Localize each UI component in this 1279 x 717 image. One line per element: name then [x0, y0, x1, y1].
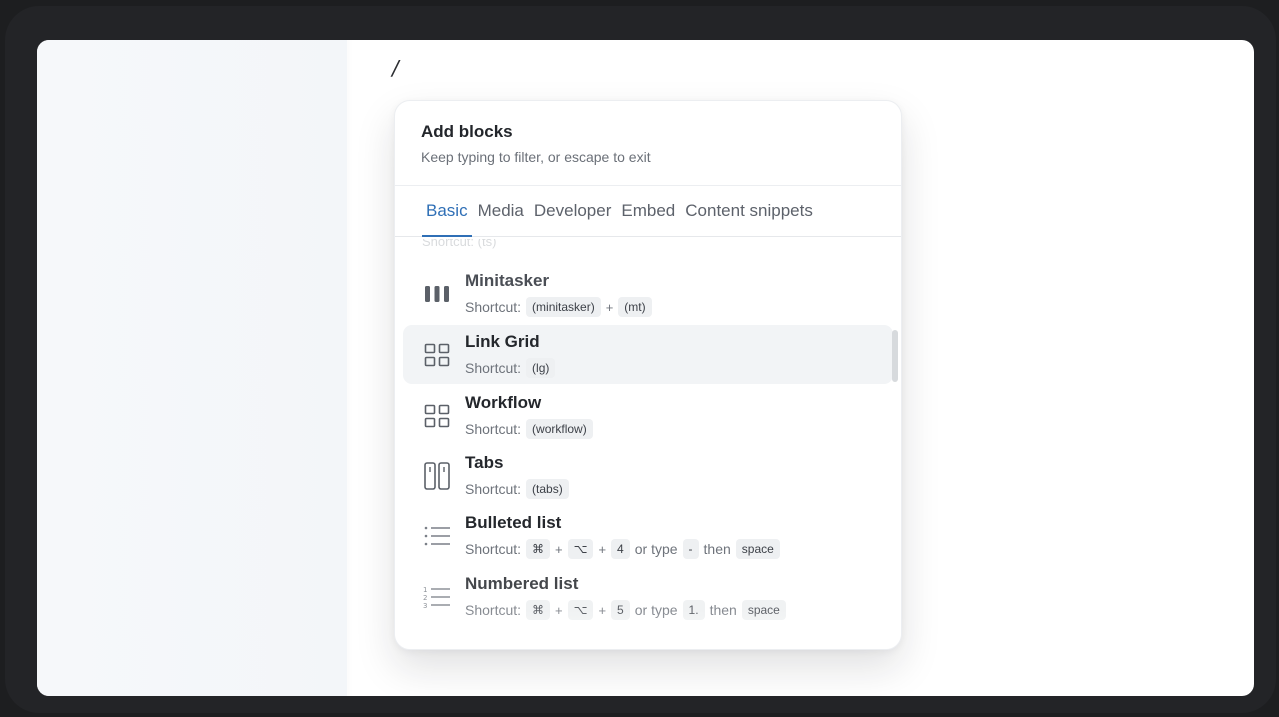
- shortcut-label: Shortcut:: [465, 360, 522, 376]
- block-category-tabs: Basic Media Developer Embed Content snip…: [395, 186, 901, 237]
- shortcut-key: space: [741, 600, 786, 620]
- grid-icon: [424, 343, 450, 367]
- list-scrollbar[interactable]: [892, 330, 898, 382]
- item-name: Bulleted list: [465, 513, 562, 532]
- svg-text:3: 3: [423, 602, 427, 610]
- shortcut-key: (workflow): [526, 419, 593, 439]
- item-shortcut: Shortcut: ⌘ + ⌥ + 4 or type - then space: [465, 539, 780, 559]
- block-list[interactable]: Shortcut: (ts) Minitasker Shortcut: (min…: [395, 237, 901, 649]
- list-item-bulleted-list[interactable]: Bulleted list Shortcut: ⌘ + ⌥ + 4 or typ…: [403, 506, 893, 565]
- item-shortcut: Shortcut: (lg): [465, 358, 556, 378]
- partial-list-item: Shortcut: (ts): [422, 239, 497, 249]
- tab-embed[interactable]: Embed: [617, 201, 675, 236]
- tabs-icon: [424, 462, 450, 490]
- svg-text:2: 2: [423, 594, 427, 602]
- shortcut-key: 1.: [682, 600, 705, 620]
- tab-content-snippets[interactable]: Content snippets: [681, 201, 813, 236]
- shortcut-separator: +: [555, 602, 563, 618]
- item-name: Link Grid: [465, 332, 540, 351]
- tab-basic[interactable]: Basic: [422, 201, 472, 237]
- shortcut-key: ⌥: [567, 539, 594, 559]
- shortcut-text: then: [703, 541, 731, 557]
- shortcut-label: Shortcut:: [465, 299, 522, 315]
- add-blocks-menu: Add blocks Keep typing to filter, or esc…: [394, 100, 902, 650]
- numbered-list-icon: 1 2 3: [423, 586, 450, 610]
- shortcut-key: ⌥: [567, 600, 594, 620]
- shortcut-label: Shortcut:: [465, 602, 522, 618]
- menu-subtitle: Keep typing to filter, or escape to exit: [421, 149, 651, 165]
- sidebar: [37, 40, 353, 696]
- item-shortcut: Shortcut: (minitasker) + (mt): [465, 297, 652, 317]
- grid-icon: [424, 404, 450, 428]
- item-name: Workflow: [465, 393, 542, 412]
- menu-title: Add blocks: [421, 122, 513, 141]
- shortcut-key: ⌘: [526, 600, 551, 620]
- shortcut-label: Shortcut:: [465, 541, 522, 557]
- device-frame: / Add blocks Keep typing to filter, or e…: [5, 6, 1276, 713]
- list-item-minitasker[interactable]: Minitasker Shortcut: (minitasker) + (mt): [403, 264, 893, 323]
- shortcut-text: or type: [634, 602, 678, 618]
- columns-bars-icon: [425, 286, 449, 302]
- shortcut-separator: +: [605, 299, 614, 315]
- app-screen: / Add blocks Keep typing to filter, or e…: [37, 40, 1254, 696]
- shortcut-separator: +: [598, 541, 607, 557]
- shortcut-key: (tabs): [526, 479, 569, 499]
- menu-header: Add blocks Keep typing to filter, or esc…: [395, 101, 901, 186]
- item-name: Numbered list: [465, 574, 579, 593]
- tab-media[interactable]: Media: [474, 201, 524, 236]
- shortcut-key: 4: [611, 539, 630, 559]
- shortcut-key: (lg): [526, 358, 556, 378]
- shortcut-key: -: [682, 539, 699, 559]
- shortcut-label: Shortcut:: [465, 481, 522, 497]
- item-shortcut: Shortcut: ⌘ + ⌥ + 5 or type 1. then spac…: [465, 600, 786, 620]
- shortcut-label: Shortcut:: [465, 421, 522, 437]
- bulleted-list-icon: [424, 526, 450, 546]
- shortcut-separator: +: [555, 541, 563, 557]
- item-name: Minitasker: [465, 271, 550, 290]
- item-name: Tabs: [465, 453, 504, 472]
- shortcut-key: 5: [611, 600, 630, 620]
- list-item-link-grid[interactable]: Link Grid Shortcut: (lg): [403, 325, 893, 384]
- svg-text:1: 1: [423, 586, 427, 594]
- list-item-numbered-list[interactable]: 1 2 3 Numbered list Shortcut: ⌘ + ⌥ + 5 …: [403, 567, 893, 626]
- shortcut-key: space: [735, 539, 780, 559]
- shortcut-key: (mt): [618, 297, 652, 317]
- shortcut-separator: +: [598, 602, 607, 618]
- shortcut-text: then: [709, 602, 737, 618]
- item-shortcut: Shortcut: (tabs): [465, 479, 569, 499]
- item-shortcut: Shortcut: (workflow): [465, 419, 593, 439]
- shortcut-key: (minitasker): [526, 297, 601, 317]
- list-item-tabs[interactable]: Tabs Shortcut: (tabs): [403, 446, 893, 505]
- tab-developer[interactable]: Developer: [530, 201, 612, 236]
- shortcut-text: or type: [634, 541, 678, 557]
- editor-slash-command[interactable]: /: [392, 56, 399, 80]
- shortcut-key: ⌘: [526, 539, 551, 559]
- list-item-workflow[interactable]: Workflow Shortcut: (workflow): [403, 386, 893, 445]
